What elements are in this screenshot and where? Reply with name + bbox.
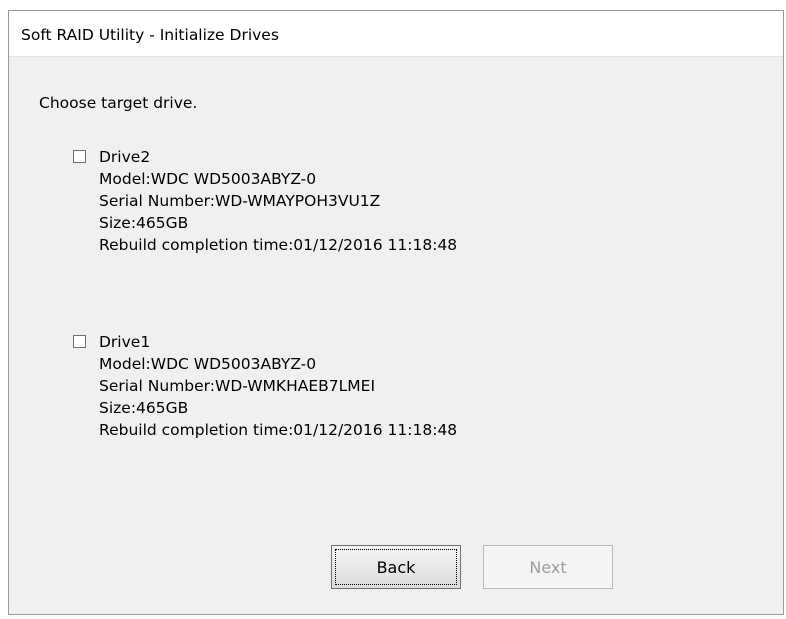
drive-rebuild-time: Rebuild completion time:01/12/2016 11:18…	[99, 236, 458, 254]
window-title: Soft RAID Utility - Initialize Drives	[21, 26, 279, 44]
dialog-window: Soft RAID Utility - Initialize Drives Ch…	[8, 10, 784, 615]
drive-size: Size:465GB	[99, 399, 189, 417]
drive-model: Model:WDC WD5003ABYZ-0	[99, 355, 317, 373]
drive-serial: Serial Number:WD-WMAYPOH3VU1Z	[99, 192, 381, 210]
focus-ring	[335, 549, 457, 585]
back-button[interactable]: Back	[331, 545, 461, 589]
drive-option-drive1: Drive1 Model:WDC WD5003ABYZ-0 Serial Num…	[73, 331, 458, 441]
drive1-checkbox[interactable]	[73, 335, 86, 348]
drive-option-drive2: Drive2 Model:WDC WD5003ABYZ-0 Serial Num…	[73, 146, 458, 256]
drive-name[interactable]: Drive1	[99, 331, 150, 353]
drive-model: Model:WDC WD5003ABYZ-0	[99, 170, 317, 188]
dialog-content: Choose target drive. Drive2 Model:WDC WD…	[9, 56, 783, 614]
drive-size: Size:465GB	[99, 214, 189, 232]
drive-rebuild-time: Rebuild completion time:01/12/2016 11:18…	[99, 421, 458, 439]
title-bar: Soft RAID Utility - Initialize Drives	[9, 11, 783, 57]
drive-serial: Serial Number:WD-WMKHAEB7LMEI	[99, 377, 376, 395]
drive-name[interactable]: Drive2	[99, 146, 150, 168]
next-button[interactable]: Next	[483, 545, 613, 589]
instruction-text: Choose target drive.	[39, 94, 198, 112]
drive-checkbox-row[interactable]: Drive2	[73, 146, 457, 168]
next-button-label: Next	[529, 557, 567, 577]
drive2-checkbox[interactable]	[73, 150, 86, 163]
drive-checkbox-row[interactable]: Drive1	[73, 331, 457, 353]
